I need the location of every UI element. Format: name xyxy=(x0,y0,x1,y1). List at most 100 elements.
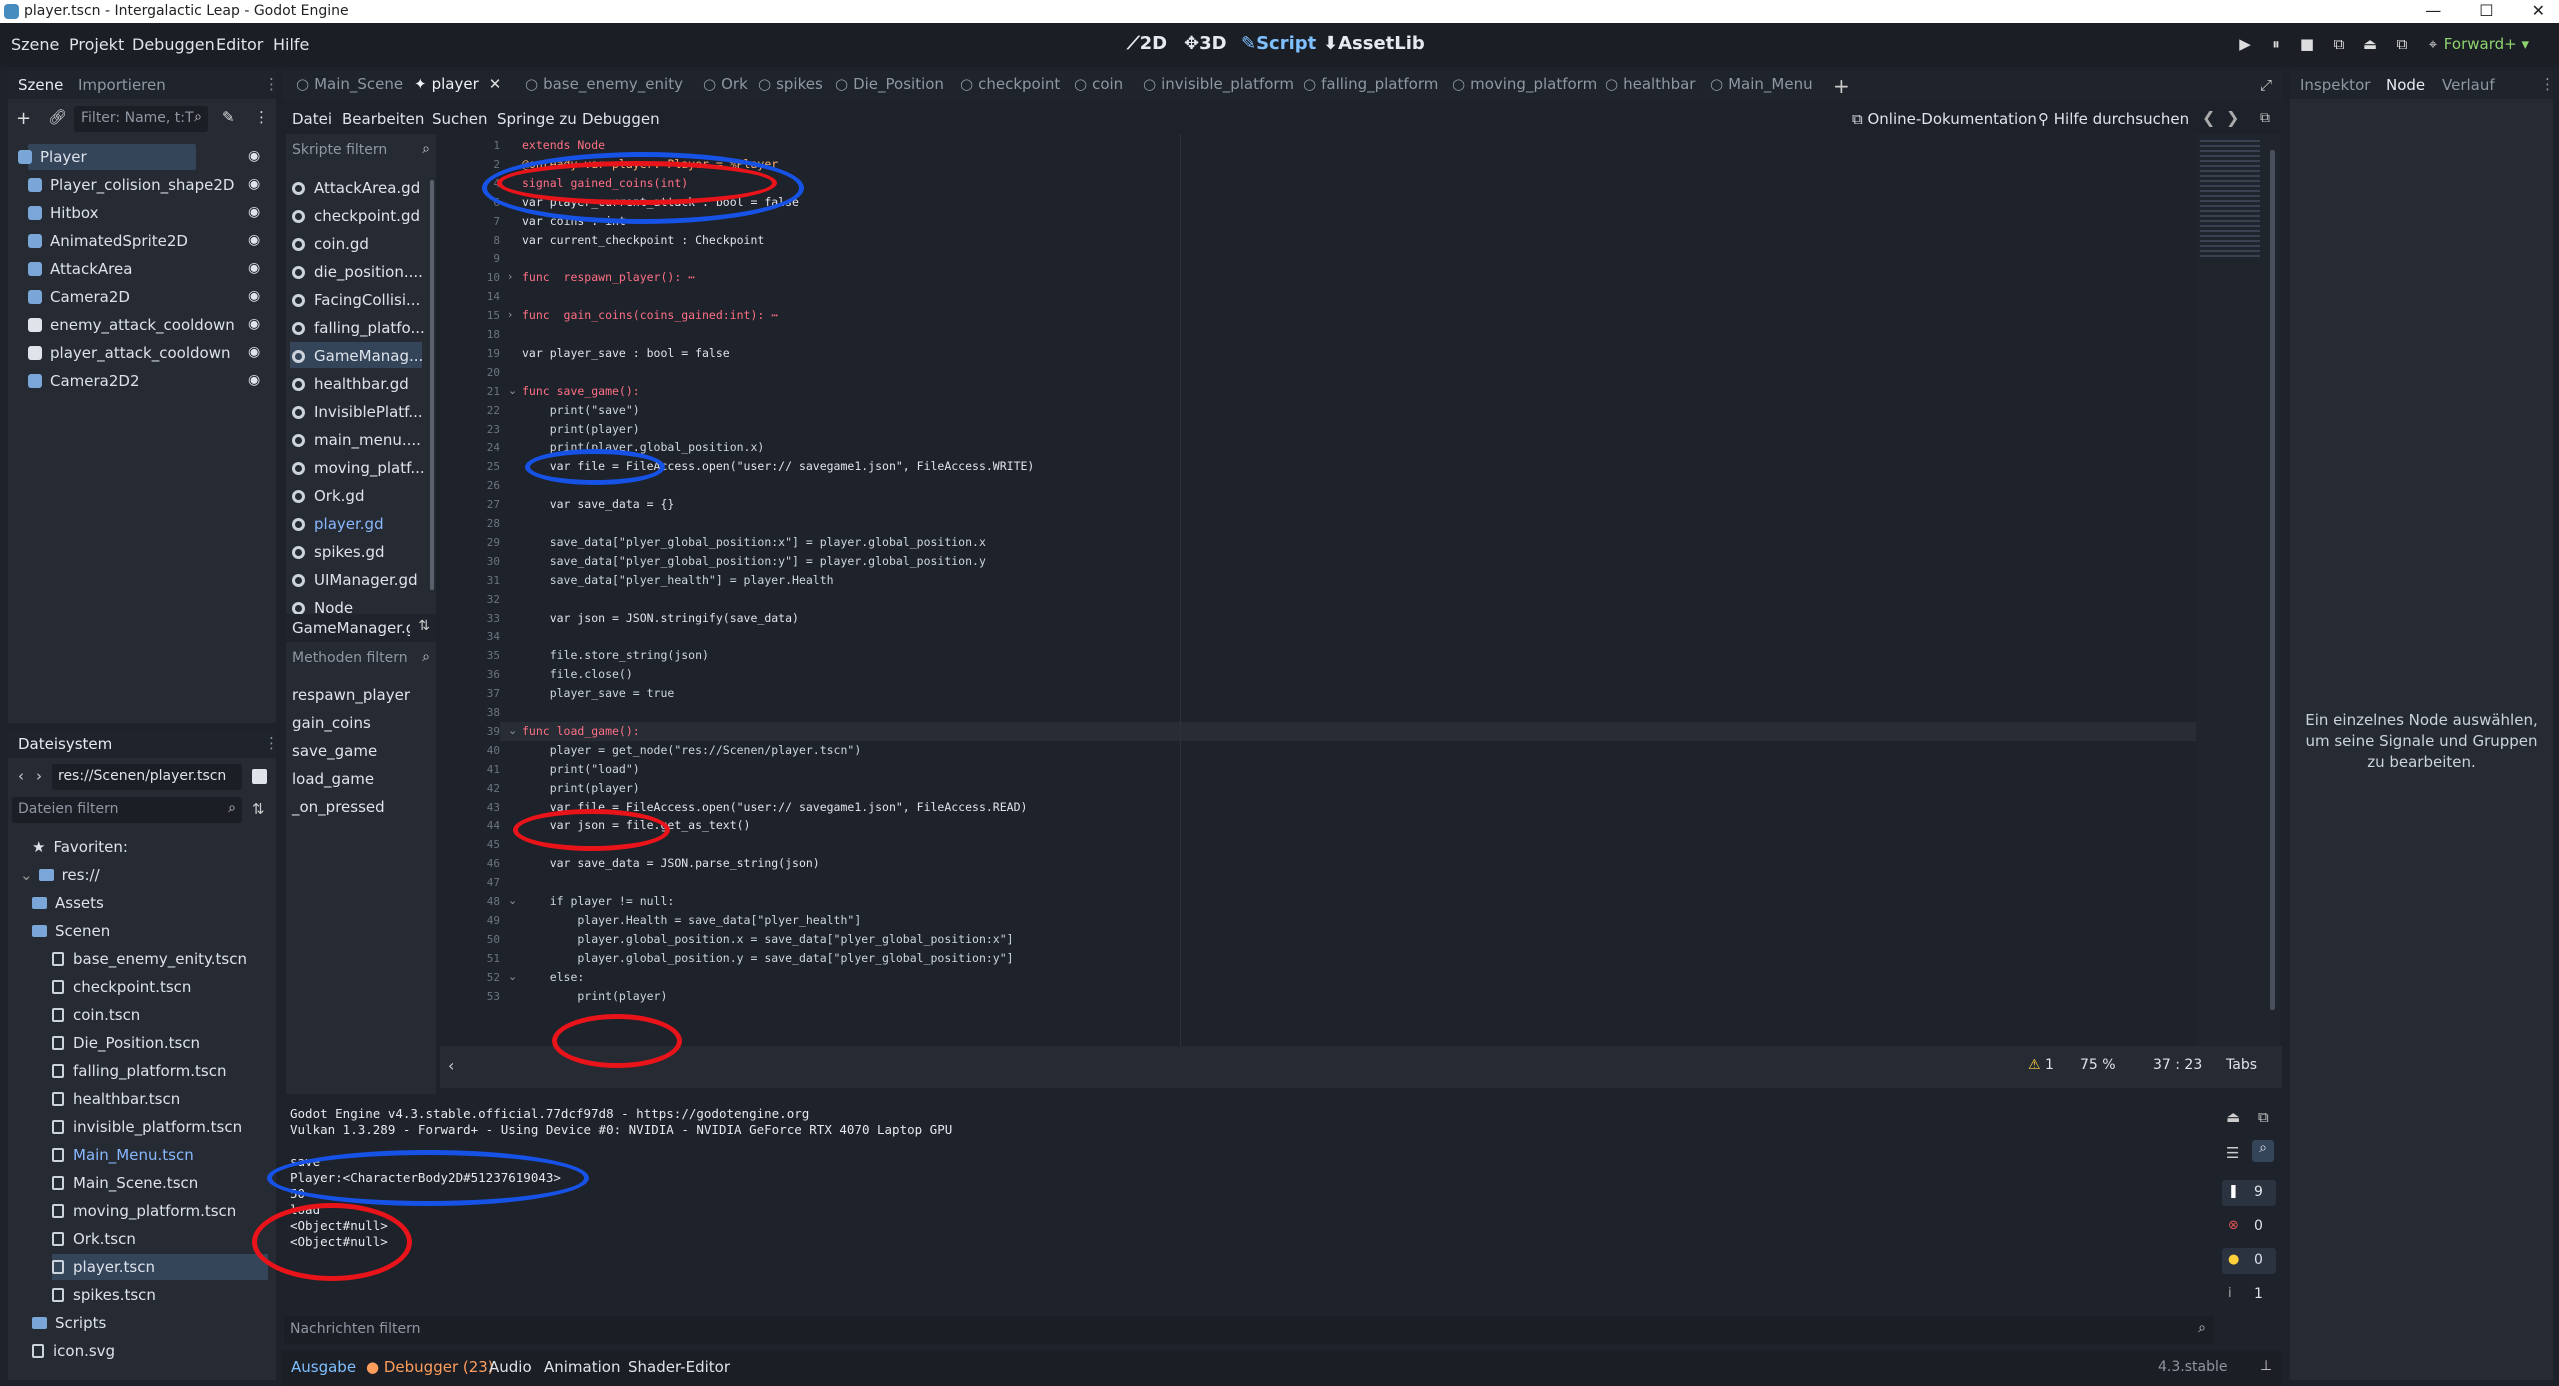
editor-tab[interactable]: ○ checkpoint xyxy=(960,75,1060,93)
scene-tree-node[interactable]: AttackArea xyxy=(28,256,132,282)
fs-file-row[interactable]: player.tscn xyxy=(52,1254,268,1280)
tab-debugger[interactable]: ● Debugger (23) xyxy=(366,1358,494,1376)
scene-tree-node[interactable]: Player_colision_shape2D xyxy=(28,172,234,198)
warnings-filter-button[interactable]: ● 0 xyxy=(2222,1248,2276,1274)
filter-lines-icon[interactable]: ☰ xyxy=(2226,1144,2239,1162)
link-icon[interactable]: 🔗︎ xyxy=(48,108,67,126)
search-toggle-icon[interactable]: ⌕ xyxy=(2252,1140,2274,1162)
code-line[interactable]: var save_data = {} xyxy=(522,497,675,511)
errors-filter-button[interactable]: ⊗ 0 xyxy=(2222,1214,2276,1240)
method-list-item[interactable]: _on_pressed xyxy=(292,798,385,816)
editor-tab[interactable]: ○ Die_Position xyxy=(835,75,944,93)
scene-tree-node[interactable]: player_attack_cooldown xyxy=(28,340,230,366)
tab-node[interactable]: Node xyxy=(2386,76,2425,94)
code-line[interactable]: func load_game(): xyxy=(522,724,640,738)
fs-file-row[interactable]: icon.svg xyxy=(32,1338,115,1364)
workspace-2d-button[interactable]: ⟋2D xyxy=(1127,33,1167,54)
menu-projekt[interactable]: Projekt xyxy=(69,35,124,54)
code-line[interactable]: file.store_string(json) xyxy=(522,648,709,662)
fold-arrow-icon[interactable]: ⌄ xyxy=(508,724,517,737)
script-list-item[interactable]: GameManag... xyxy=(292,343,423,369)
scene-tree-node[interactable]: Camera2D xyxy=(28,284,130,310)
pin-panel-icon[interactable]: ⊥ xyxy=(2260,1358,2272,1374)
play-scene-icon[interactable]: ⏏ xyxy=(2360,35,2380,55)
tab-inspektor[interactable]: Inspektor xyxy=(2300,76,2370,94)
code-editor[interactable] xyxy=(440,134,2196,1046)
eye-icon[interactable]: ◉ xyxy=(248,148,260,164)
toggle-scripts-icon[interactable]: ‹ xyxy=(448,1056,454,1075)
eye-icon[interactable]: ◉ xyxy=(248,204,260,220)
eye-icon[interactable]: ◉ xyxy=(248,176,260,192)
script-menu-item[interactable]: Datei xyxy=(292,110,332,128)
output-filter-input[interactable]: Nachrichten filtern ⌕ xyxy=(284,1316,2214,1344)
minimap[interactable] xyxy=(2196,134,2280,1046)
code-line[interactable]: var current_checkpoint : Checkpoint xyxy=(522,233,764,247)
method-list-item[interactable]: gain_coins xyxy=(292,714,371,732)
fs-file-row[interactable]: Die_Position.tscn xyxy=(52,1030,200,1056)
fs-file-row[interactable]: coin.tscn xyxy=(52,1002,140,1028)
script-list-item[interactable]: coin.gd xyxy=(292,231,369,257)
workspace-script-button[interactable]: ✎Script xyxy=(1241,33,1316,54)
pause-icon[interactable]: ⏸ xyxy=(2266,35,2286,55)
fs-file-row[interactable]: Main_Scene.tscn xyxy=(52,1170,198,1196)
close-tab-icon[interactable]: ✕ xyxy=(489,75,502,93)
fs-folder-row[interactable]: Scenen xyxy=(32,918,110,944)
menu-editor[interactable]: Editor xyxy=(216,35,263,54)
code-line[interactable]: save_data["plyer_global_position:y"] = p… xyxy=(522,554,986,568)
method-list-item[interactable]: respawn_player xyxy=(292,686,410,704)
scene-tree-node[interactable]: enemy_attack_cooldown xyxy=(28,312,235,338)
scene-tree-node[interactable]: Player xyxy=(18,144,87,170)
code-line[interactable]: save_data["plyer_health"] = player.Healt… xyxy=(522,573,834,587)
script-list-item[interactable]: moving_platf... xyxy=(292,455,425,481)
play-custom-icon[interactable]: ⧉ xyxy=(2392,35,2412,55)
script-list-item[interactable]: die_position.... xyxy=(292,259,423,285)
eye-icon[interactable]: ◉ xyxy=(248,372,260,388)
code-line[interactable]: player.global_position.x = save_data["pl… xyxy=(522,932,1013,946)
favorites-row[interactable]: ★ Favoriten: xyxy=(32,834,128,860)
indent-mode[interactable]: Tabs xyxy=(2226,1057,2257,1073)
sort-icon[interactable]: ⇅ xyxy=(252,800,265,818)
code-line[interactable]: print("load") xyxy=(522,762,640,776)
fs-file-row[interactable]: invisible_platform.tscn xyxy=(52,1114,242,1140)
dock-menu-icon[interactable]: ⋮ xyxy=(2540,75,2555,93)
fs-path-field[interactable]: res://Scenen/player.tscn xyxy=(52,764,242,790)
scene-tree-node[interactable]: AnimatedSprite2D xyxy=(28,228,188,254)
prev-script-icon[interactable]: ❮ xyxy=(2202,108,2215,127)
script-list-item[interactable]: checkpoint.gd xyxy=(292,203,420,229)
script-list-item[interactable]: InvisiblePlatf... xyxy=(292,399,423,425)
fs-file-row[interactable]: checkpoint.tscn xyxy=(52,974,191,1000)
renderer-select[interactable]: Forward+ ▾ xyxy=(2444,35,2529,53)
back-icon[interactable]: ‹ xyxy=(18,767,24,785)
fs-folder-row[interactable]: Scripts xyxy=(32,1310,106,1336)
editor-tab[interactable]: ○ spikes xyxy=(758,75,823,93)
zoom-level[interactable]: 75 % xyxy=(2080,1057,2116,1073)
code-line[interactable]: file.close() xyxy=(522,667,633,681)
script-list-item[interactable]: FacingCollisi... xyxy=(292,287,420,313)
online-docs-link[interactable]: ⧉ Online-Dokumentation xyxy=(1852,110,2037,128)
remote-debug-icon[interactable]: ⧉ xyxy=(2329,35,2349,55)
file-filter-input[interactable]: Dateien filtern ⌕ xyxy=(12,797,242,823)
distraction-free-icon[interactable]: ⤢ xyxy=(2260,76,2272,94)
script-list-item[interactable]: player.gd xyxy=(292,511,384,537)
code-line[interactable]: player_save = true xyxy=(522,686,675,700)
fs-file-row[interactable]: Main_Menu.tscn xyxy=(52,1142,194,1168)
code-line[interactable]: print(player) xyxy=(522,989,667,1003)
tab-audio[interactable]: Audio xyxy=(489,1358,532,1376)
fs-menu-icon[interactable]: ⋮ xyxy=(264,734,279,752)
add-tab-button[interactable]: + xyxy=(1833,74,1850,98)
code-line[interactable]: print("save") xyxy=(522,403,640,417)
tab-shader-editor[interactable]: Shader-Editor xyxy=(628,1358,730,1376)
method-list-item[interactable]: save_game xyxy=(292,742,377,760)
code-line[interactable]: var player_save : bool = false xyxy=(522,346,730,360)
script-menu-item[interactable]: Suchen xyxy=(432,110,488,128)
code-line[interactable]: func save_game(): xyxy=(522,384,640,398)
dock-menu-icon[interactable]: ⋮ xyxy=(264,75,279,93)
script-list-item[interactable]: Ork.gd xyxy=(292,483,364,509)
code-line[interactable]: player.Health = save_data["plyer_health"… xyxy=(522,913,861,927)
tab-animation[interactable]: Animation xyxy=(544,1358,620,1376)
copy-output-icon[interactable]: ⧉ xyxy=(2258,1108,2269,1126)
script-list-item[interactable]: AttackArea.gd xyxy=(292,175,420,201)
scene-filter-input[interactable]: Filter: Name, t:T ⌕ xyxy=(74,106,208,132)
menu-debuggen[interactable]: Debuggen xyxy=(132,35,215,54)
clear-output-icon[interactable]: ⏏ xyxy=(2226,1108,2240,1126)
